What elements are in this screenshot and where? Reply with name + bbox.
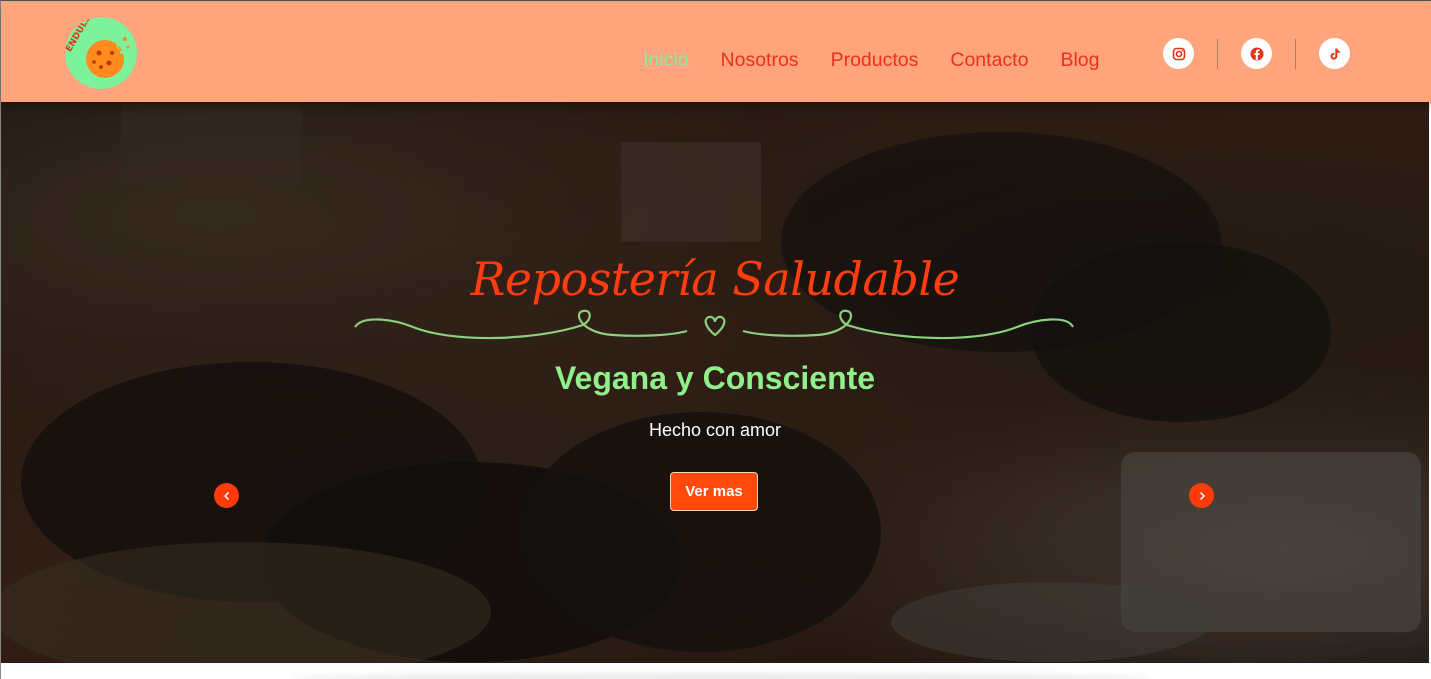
carousel-prev-button[interactable]: [214, 483, 239, 508]
section-shadow: [291, 673, 1151, 679]
divider: [1217, 38, 1218, 69]
instagram-link[interactable]: [1163, 38, 1194, 69]
facebook-link[interactable]: [1241, 38, 1272, 69]
social-links: [1163, 38, 1350, 69]
site-header: ENDULSANA Inicio Nosotros Productos Cont…: [1, 1, 1431, 102]
tiktok-link[interactable]: [1319, 38, 1350, 69]
chevron-left-icon: [223, 491, 229, 500]
nav-blog[interactable]: Blog: [1060, 49, 1099, 72]
ver-mas-button[interactable]: Ver mas: [670, 472, 758, 511]
nav-contacto[interactable]: Contacto: [950, 49, 1028, 72]
hero-subtitle: Vegana y Consciente: [554, 360, 876, 396]
page: ENDULSANA Inicio Nosotros Productos Cont…: [0, 0, 1431, 679]
nav-nosotros[interactable]: Nosotros: [721, 49, 799, 72]
hero-carousel: Repostería Saludable Vegana y Consciente…: [1, 102, 1429, 663]
tiktok-icon: [1330, 48, 1340, 60]
nav-productos[interactable]: Productos: [831, 49, 919, 72]
facebook-icon: [1250, 47, 1263, 60]
nav-inicio[interactable]: Inicio: [643, 49, 689, 72]
main-nav: Inicio Nosotros Productos Contacto Blog: [643, 49, 1131, 72]
hero-title: Repostería Saludable: [470, 252, 960, 306]
ornament-divider-icon: [354, 309, 1074, 340]
divider: [1295, 38, 1296, 69]
carousel-next-button[interactable]: [1189, 483, 1214, 508]
chevron-right-icon: [1199, 491, 1205, 500]
hero-tagline: Hecho con amor: [648, 420, 782, 440]
next-section-edge: [1, 663, 1431, 679]
brand-logo[interactable]: ENDULSANA: [65, 17, 137, 89]
instagram-icon: [1172, 47, 1185, 60]
cookie-icon: ENDULSANA: [65, 17, 137, 89]
